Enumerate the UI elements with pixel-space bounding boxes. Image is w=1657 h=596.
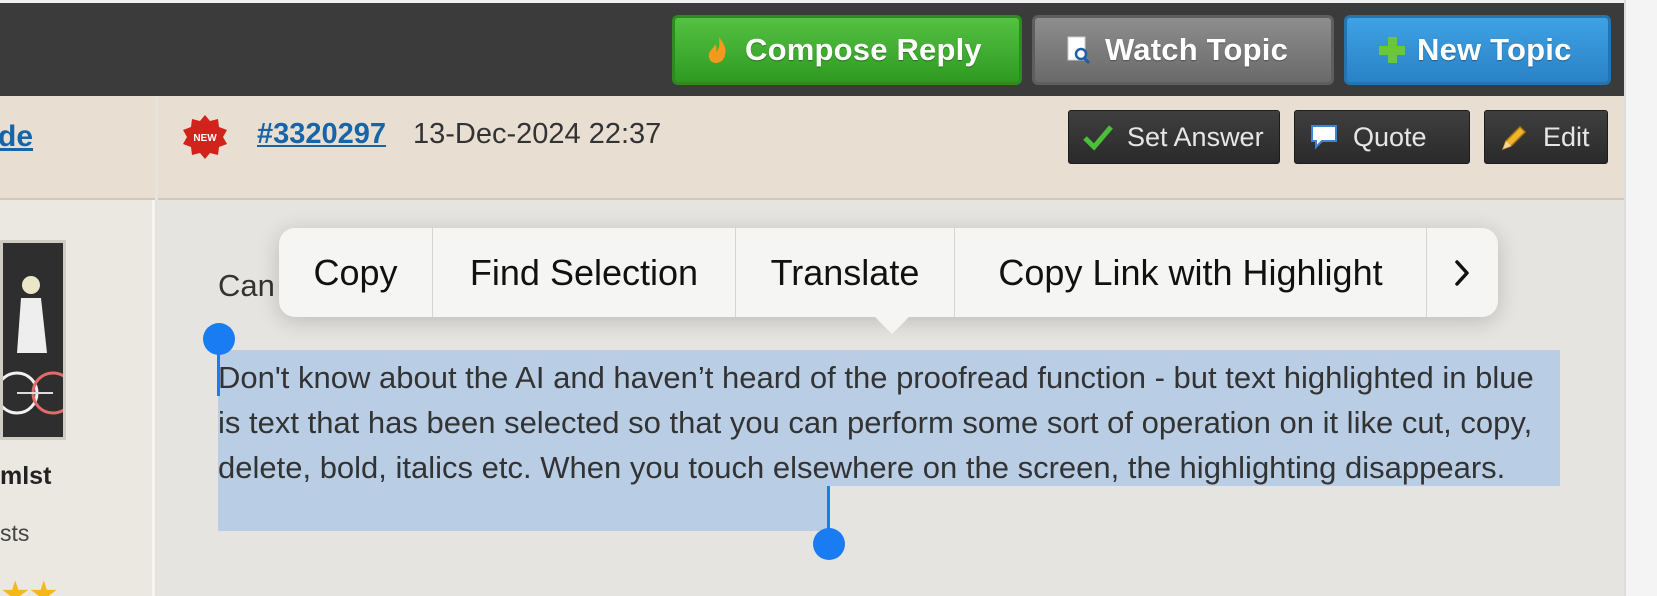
menu-item-translate[interactable]: Translate	[736, 228, 955, 317]
selection-start-handle[interactable]	[203, 323, 235, 355]
selection-highlight-last-line	[218, 486, 828, 531]
watch-topic-button[interactable]: Watch Topic	[1032, 15, 1334, 85]
post-number-link[interactable]: #3320297	[257, 118, 386, 151]
menu-more-chevron-icon[interactable]	[1427, 228, 1497, 317]
post-date: 13-Dec-2024 22:37	[413, 118, 662, 150]
new-topic-label: New Topic	[1417, 32, 1572, 67]
rating-stars: ★★	[0, 575, 59, 596]
menu-item-find-selection[interactable]: Find Selection	[433, 228, 736, 317]
selection-end-handle[interactable]	[813, 528, 845, 560]
author-column-header: de	[0, 96, 155, 200]
compose-reply-label: Compose Reply	[745, 32, 982, 67]
quote-button[interactable]: Quote	[1294, 110, 1470, 164]
watch-topic-label: Watch Topic	[1105, 32, 1289, 67]
set-answer-button[interactable]: Set Answer	[1068, 110, 1280, 164]
post-text-selected: Don't know about the AI and haven’t hear…	[218, 360, 1534, 485]
edit-button[interactable]: Edit	[1484, 110, 1608, 164]
author-name: mlst	[0, 462, 52, 490]
new-badge-text: NEW	[193, 133, 217, 144]
menu-item-copy[interactable]: Copy	[279, 228, 433, 317]
compose-reply-button[interactable]: Compose Reply	[672, 15, 1022, 85]
author-column: de mlst sts ★★	[0, 96, 155, 596]
checkmark-icon	[1083, 123, 1113, 151]
new-topic-button[interactable]: New Topic	[1344, 15, 1611, 85]
pencil-icon	[1499, 123, 1527, 151]
context-menu-pointer	[874, 316, 910, 334]
edit-label: Edit	[1543, 121, 1590, 152]
quote-label: Quote	[1353, 121, 1427, 152]
post-header: NEW #3320297 13-Dec-2024 22:37 Set Answe…	[158, 96, 1624, 200]
avatar[interactable]	[0, 240, 66, 440]
new-badge-icon: NEW	[182, 114, 228, 160]
page-right-edge	[1624, 0, 1657, 596]
flame-icon	[705, 35, 731, 65]
set-answer-label: Set Answer	[1127, 121, 1264, 152]
selected-text-block[interactable]: Don't know about the AI and haven’t hear…	[218, 350, 1560, 531]
topic-toolbar: Compose Reply Watch Topic New Topic	[0, 0, 1624, 96]
watch-document-icon	[1065, 35, 1091, 65]
speech-bubble-icon	[1309, 123, 1337, 151]
author-post-count-label: sts	[0, 520, 30, 546]
menu-item-copy-link-with-highlight[interactable]: Copy Link with Highlight	[955, 228, 1427, 317]
author-link[interactable]: de	[0, 120, 33, 154]
post-text-partial-line: Can	[218, 268, 275, 303]
plus-icon	[1377, 35, 1405, 65]
text-selection-context-menu: Copy Find Selection Translate Copy Link …	[279, 228, 1498, 317]
